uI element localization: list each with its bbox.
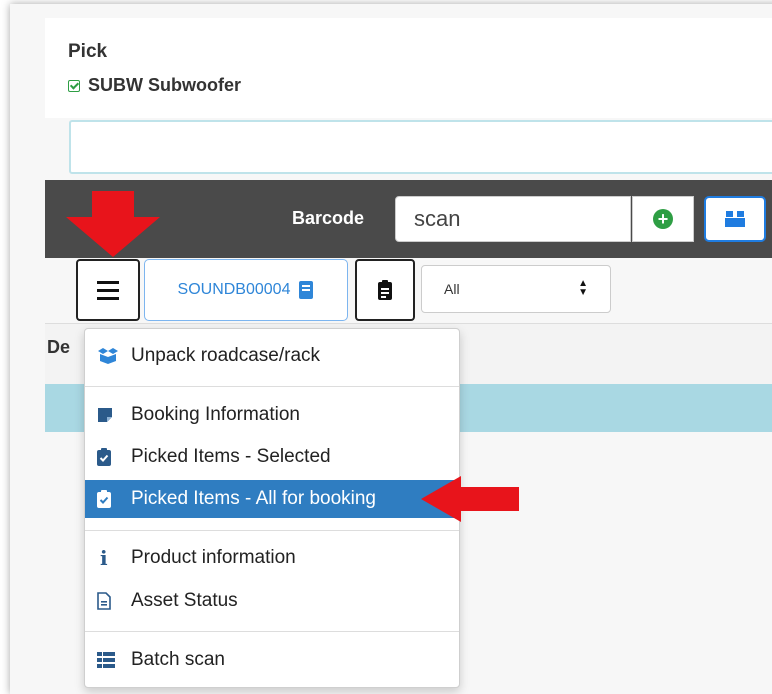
left-arrow-annotation-icon [421,476,519,522]
box-icon [725,211,745,227]
menu-item-label: Asset Status [131,590,238,611]
hamburger-icon-bar [97,296,119,300]
list-icon [97,652,119,668]
page-title: Pick [68,41,108,62]
box-open-icon [97,348,119,364]
menu-item-unpack[interactable]: Unpack roadcase/rack [85,337,459,375]
menu-item-label: Picked Items - Selected [131,446,331,467]
pick-panel [45,18,772,118]
sort-arrows-icon: ▲ ▼ [578,278,588,298]
box-button[interactable] [704,196,766,242]
booking-button[interactable]: SOUNDB00004 [144,259,348,321]
menu-item-asset-status[interactable]: Asset Status [85,582,459,620]
menu-item-picked-selected[interactable]: Picked Items - Selected [85,438,459,476]
clipboard-check-icon [97,448,119,466]
clipboard-check-icon [97,490,119,508]
barcode-input[interactable]: scan [395,196,631,242]
barcode-label: Barcode [292,208,365,228]
book-icon [299,281,314,299]
clipboard-button[interactable] [355,259,415,321]
menu-divider [85,530,459,531]
product-line: SUBW Subwoofer [68,75,241,96]
menu-item-label: Unpack roadcase/rack [131,345,321,366]
down-arrow-annotation-icon [66,191,160,257]
hamburger-menu-button[interactable] [76,259,140,321]
checkbox-checked-icon [68,79,80,92]
menu-item-label: Product information [131,547,296,568]
info-icon: i [100,546,108,570]
actions-dropdown-menu: Unpack roadcase/rack Booking Information… [84,328,460,688]
clipboard-list-icon [378,280,392,300]
menu-item-label: Batch scan [131,649,225,670]
file-icon [97,592,119,610]
hamburger-icon [97,280,119,284]
plus-circle-icon: + [653,209,673,229]
menu-item-batch-scan[interactable]: Batch scan [85,641,459,679]
menu-item-product-information[interactable]: i Product information [85,539,459,577]
booking-code-label: SOUNDB00004 [177,281,291,298]
menu-divider [85,386,459,387]
sticky-note-icon [97,407,119,423]
product-label: SUBW Subwoofer [88,75,241,95]
hamburger-icon-bar [97,288,119,292]
menu-divider [85,631,459,632]
filter-select[interactable]: All ▲ ▼ [421,265,611,313]
filter-value: All [444,281,460,297]
add-button[interactable]: + [632,196,694,242]
menu-item-booking-information[interactable]: Booking Information [85,396,459,434]
menu-item-picked-all[interactable]: Picked Items - All for booking [85,480,459,518]
menu-item-label: Booking Information [131,404,300,425]
notes-input[interactable] [69,120,772,174]
table-header-label: De [47,337,71,357]
menu-item-label: Picked Items - All for booking [131,488,376,509]
